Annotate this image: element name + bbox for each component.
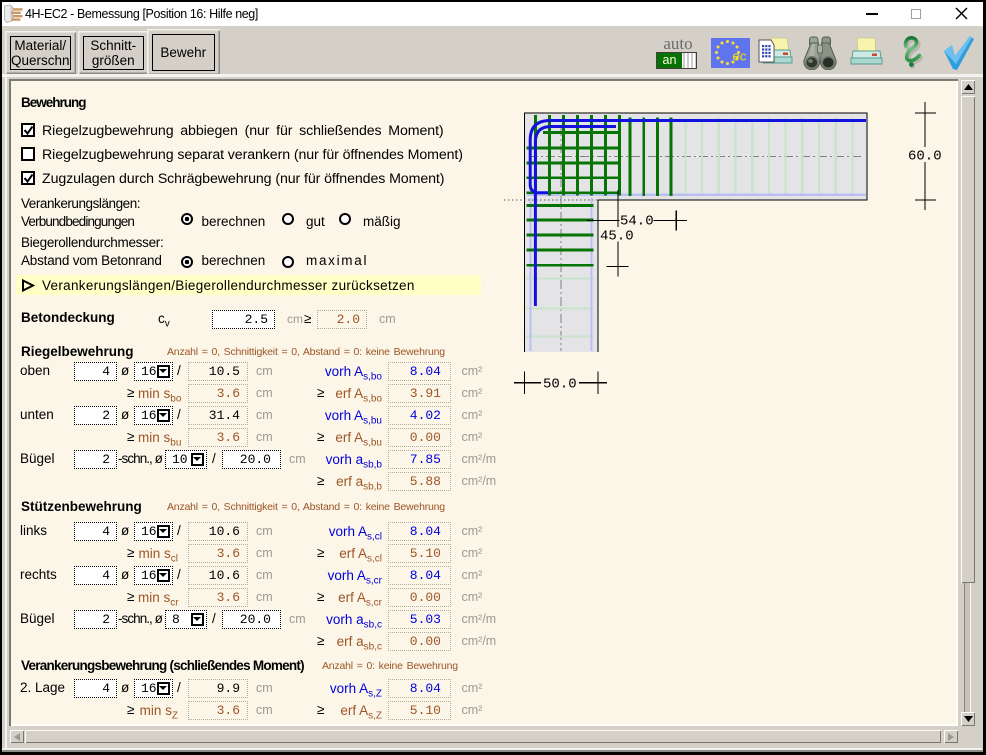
svg-text:ec: ec	[733, 49, 747, 64]
svg-text:60.0: 60.0	[908, 149, 942, 165]
svg-text:50.0: 50.0	[543, 377, 577, 393]
svg-text:45.0: 45.0	[600, 229, 634, 245]
